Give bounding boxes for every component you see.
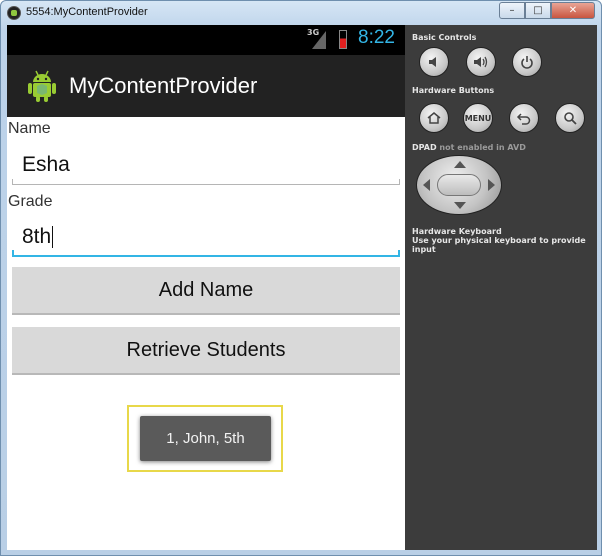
toast-text: 1, John, 5th — [166, 430, 245, 447]
basic-controls-title: Basic Controls — [412, 33, 477, 42]
emulator-app-icon — [7, 6, 21, 20]
hardware-buttons-title: Hardware Buttons — [412, 86, 495, 95]
grade-label: Grade — [8, 193, 53, 210]
status-clock: 8:22 — [358, 27, 395, 48]
home-button[interactable] — [419, 103, 449, 133]
app-title: MyContentProvider — [69, 73, 258, 98]
dpad-right-icon[interactable] — [488, 179, 495, 191]
dpad-center-button[interactable] — [437, 174, 481, 196]
home-icon — [427, 112, 441, 124]
device-screen: 3G 8:22 MyContentProvider Name Esha Grad — [7, 25, 405, 550]
minimize-icon: – — [509, 5, 515, 16]
action-bar: MyContentProvider — [7, 55, 405, 117]
text-caret — [52, 226, 54, 249]
name-input[interactable]: Esha — [12, 151, 400, 185]
window-titlebar[interactable]: 5554:MyContentProvider – □ ✕ — [1, 1, 601, 25]
add-name-button[interactable]: Add Name — [12, 267, 400, 315]
status-bar: 3G 8:22 — [7, 25, 405, 55]
maximize-icon: □ — [533, 5, 543, 16]
volume-up-button[interactable] — [466, 47, 496, 77]
retrieve-students-button-label: Retrieve Students — [126, 338, 286, 361]
volume-up-icon — [474, 56, 488, 68]
volume-down-button[interactable] — [419, 47, 449, 77]
close-icon: ✕ — [568, 5, 578, 16]
search-button[interactable] — [555, 103, 585, 133]
hardware-keyboard-note: Use your physical keyboard to provide in… — [412, 236, 586, 254]
dpad-note: not enabled in AVD — [439, 143, 526, 152]
close-button[interactable]: ✕ — [551, 2, 595, 19]
maximize-button[interactable]: □ — [525, 2, 551, 19]
name-label: Name — [8, 120, 51, 137]
dpad-left-icon[interactable] — [423, 179, 430, 191]
window-controls: – □ ✕ — [499, 2, 595, 20]
dpad-label: DPAD — [412, 143, 437, 152]
dpad-title: DPAD not enabled in AVD — [412, 143, 526, 152]
power-button[interactable] — [512, 47, 542, 77]
dpad-control[interactable] — [416, 155, 502, 215]
dpad-down-icon[interactable] — [454, 202, 466, 209]
grade-input[interactable]: 8th — [12, 223, 400, 257]
menu-button-label: MENU — [464, 113, 492, 123]
android-robot-icon — [28, 70, 56, 102]
minimize-button[interactable]: – — [499, 2, 525, 19]
window-title: 5554:MyContentProvider — [26, 6, 148, 18]
menu-button[interactable]: MENU — [463, 103, 493, 133]
battery-icon — [339, 30, 347, 49]
volume-down-icon — [429, 57, 436, 67]
hardware-keyboard-title: Hardware Keyboard — [412, 227, 502, 236]
power-icon — [521, 56, 533, 69]
emulator-controls-panel: Basic Controls Hardware Buttons MENU DPA… — [405, 25, 597, 550]
search-icon — [564, 112, 577, 125]
toast-message: 1, John, 5th — [140, 416, 271, 461]
grade-input-value: 8th — [22, 225, 52, 248]
back-icon — [516, 113, 531, 125]
emulator-window: 5554:MyContentProvider – □ ✕ 3G 8:22 MyC… — [0, 0, 602, 556]
back-button[interactable] — [509, 103, 539, 133]
dpad-up-icon[interactable] — [454, 161, 466, 168]
signal-icon — [312, 31, 326, 49]
name-input-value: Esha — [22, 153, 70, 176]
retrieve-students-button[interactable]: Retrieve Students — [12, 327, 400, 375]
add-name-button-label: Add Name — [158, 278, 254, 301]
